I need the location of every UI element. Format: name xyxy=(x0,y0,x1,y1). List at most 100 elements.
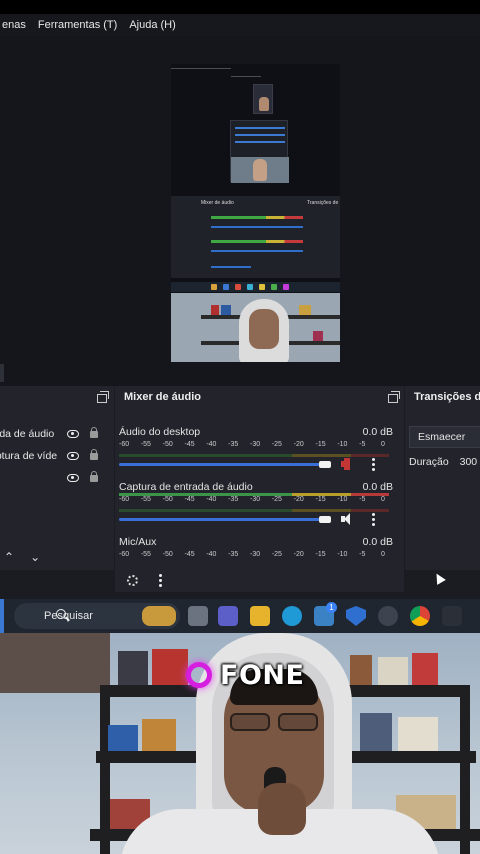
volume-slider-handle[interactable] xyxy=(318,516,331,523)
scale-tick-label: -55 xyxy=(140,551,151,558)
transitions-dock: Transições de Esmaecer Duração 300 m xyxy=(405,386,480,570)
menu-item-scenes[interactable]: enas xyxy=(0,19,32,31)
glasses xyxy=(226,713,322,731)
duration-value[interactable]: 300 m xyxy=(460,456,480,468)
level-meter xyxy=(119,509,389,512)
scale-tick-label: 0 xyxy=(381,496,385,503)
search-box[interactable]: Pesquisar xyxy=(14,603,180,629)
meter-scale: -60 -55 -50 -45 -40 -35 -30 -25 -20 -15 -10 -5 0 xyxy=(119,496,393,506)
menu-item-tools[interactable]: Ferramentas (T) xyxy=(32,19,123,31)
lock-icon[interactable] xyxy=(90,449,98,460)
mixer-title: Mixer de áudio xyxy=(124,391,202,403)
scale-tick-label: -30 xyxy=(250,496,261,503)
menu-item-help[interactable]: Ajuda (H) xyxy=(123,19,181,31)
wall-poster xyxy=(0,633,110,693)
scale-tick-label: -60 xyxy=(119,496,130,503)
scale-tick-label: -35 xyxy=(228,551,239,558)
preview-area[interactable]: Mixer de áudio Transições de xyxy=(0,36,480,364)
scale-tick-label: -55 xyxy=(140,496,151,503)
task-view-icon[interactable] xyxy=(188,606,208,626)
video-caption: FONE xyxy=(186,655,304,695)
scale-tick-label: -25 xyxy=(271,551,282,558)
nested-webcam xyxy=(171,293,340,364)
scale-tick-label: -40 xyxy=(206,551,217,558)
volume-slider-track[interactable] xyxy=(119,518,331,521)
nested-preview-small xyxy=(230,120,289,183)
scale-tick-label: -60 xyxy=(119,551,130,558)
scale-tick-label: -30 xyxy=(250,551,261,558)
scale-tick-label: -30 xyxy=(250,441,261,448)
channel-db: 0.0 dB xyxy=(362,426,393,438)
program-preview[interactable]: Mixer de áudio Transições de xyxy=(171,64,340,364)
scale-tick-label: -20 xyxy=(293,441,304,448)
scale-tick-label: -15 xyxy=(315,441,326,448)
scale-tick-label: -45 xyxy=(184,551,195,558)
dock-divider xyxy=(0,362,480,386)
security-shield-icon[interactable] xyxy=(346,606,366,626)
lock-icon[interactable] xyxy=(90,427,98,438)
scale-tick-label: -5 xyxy=(359,551,366,558)
scale-tick-label: -15 xyxy=(315,551,326,558)
meter-scale: -60 -55 -50 -45 -40 -35 -30 -25 -20 -15 -10 -5 0 xyxy=(119,441,393,451)
duration-label: Duração xyxy=(409,456,449,468)
scale-tick-label: -45 xyxy=(184,496,195,503)
scale-tick-label: -20 xyxy=(293,551,304,558)
chevron-down-icon[interactable]: ⌄ xyxy=(30,550,40,564)
top-black-bar xyxy=(0,0,480,14)
scale-tick-label: -10 xyxy=(337,441,348,448)
chevron-up-icon[interactable]: ⌃ xyxy=(4,550,14,564)
eye-icon[interactable] xyxy=(67,474,79,482)
lock-icon[interactable] xyxy=(90,471,98,482)
gear-icon[interactable] xyxy=(127,575,138,586)
scale-tick-label: -10 xyxy=(337,496,348,503)
nested-preview-tiny xyxy=(253,84,273,114)
obs-window: enas Ferramentas (T) Ajuda (H) Mixer de … xyxy=(0,14,480,604)
mixer-channel: Mic/Aux 0.0 dB -60 -55 -5 0 -45 -40 -35 -30 -25 -… xyxy=(119,536,393,560)
source-item[interactable] xyxy=(0,468,114,488)
scale-tick-label: -55 xyxy=(140,441,151,448)
obs-icon[interactable] xyxy=(378,606,398,626)
scale-tick-label: -15 xyxy=(315,496,326,503)
popout-icon[interactable] xyxy=(388,391,400,403)
source-label: rada de áudio xyxy=(0,428,55,440)
menu-bar: enas Ferramentas (T) Ajuda (H) xyxy=(0,14,480,36)
meter-scale: -60 -55 -50 -45 -40 -35 -30 -25 -20 -15 -10 -5 0 xyxy=(119,551,393,558)
app-icon[interactable] xyxy=(442,606,462,626)
eye-icon[interactable] xyxy=(67,430,79,438)
volume-slider-handle[interactable] xyxy=(318,461,331,468)
nested-menu-line xyxy=(171,68,231,69)
scale-tick-label: -35 xyxy=(228,441,239,448)
nested-taskbar xyxy=(171,282,340,292)
kebab-menu-icon[interactable] xyxy=(372,458,376,472)
file-explorer-icon[interactable] xyxy=(250,606,270,626)
teams-icon[interactable] xyxy=(218,606,238,626)
source-item[interactable]: aptura de víde xyxy=(0,446,114,466)
eye-icon[interactable] xyxy=(67,452,79,460)
scale-tick-label: 0 xyxy=(381,551,385,558)
search-highlight-icon xyxy=(142,606,176,626)
scale-tick-label: -25 xyxy=(271,496,282,503)
scale-tick-label: -45 xyxy=(184,441,195,448)
channel-name: Mic/Aux xyxy=(119,536,157,548)
scale-tick-label: -40 xyxy=(206,496,217,503)
channel-name: Captura de entrada de áudio xyxy=(119,481,253,493)
scale-tick-label: -25 xyxy=(271,441,282,448)
nested-title-line xyxy=(231,76,261,77)
kebab-menu-icon[interactable] xyxy=(372,513,376,527)
speaker-icon[interactable] xyxy=(341,513,355,525)
popout-icon[interactable] xyxy=(97,391,109,403)
scale-tick-label: -5 xyxy=(359,441,366,448)
store-icon[interactable]: 1 xyxy=(314,602,337,626)
source-item[interactable]: rada de áudio xyxy=(0,424,114,444)
scale-tick-label: -40 xyxy=(206,441,217,448)
edge-icon[interactable] xyxy=(282,606,302,626)
notification-badge: 1 xyxy=(326,602,337,613)
volume-slider-track[interactable] xyxy=(119,463,331,466)
speaker-muted-icon[interactable] xyxy=(341,458,355,470)
kebab-menu-icon[interactable] xyxy=(159,574,163,588)
chrome-icon[interactable] xyxy=(410,606,430,626)
channel-db: 0.0 dB xyxy=(362,536,393,548)
transition-select[interactable]: Esmaecer xyxy=(409,426,480,448)
sources-dock: rada de áudio aptura de víde ⌃ ⌄ xyxy=(0,386,114,570)
scale-tick-label: 0 xyxy=(381,441,385,448)
